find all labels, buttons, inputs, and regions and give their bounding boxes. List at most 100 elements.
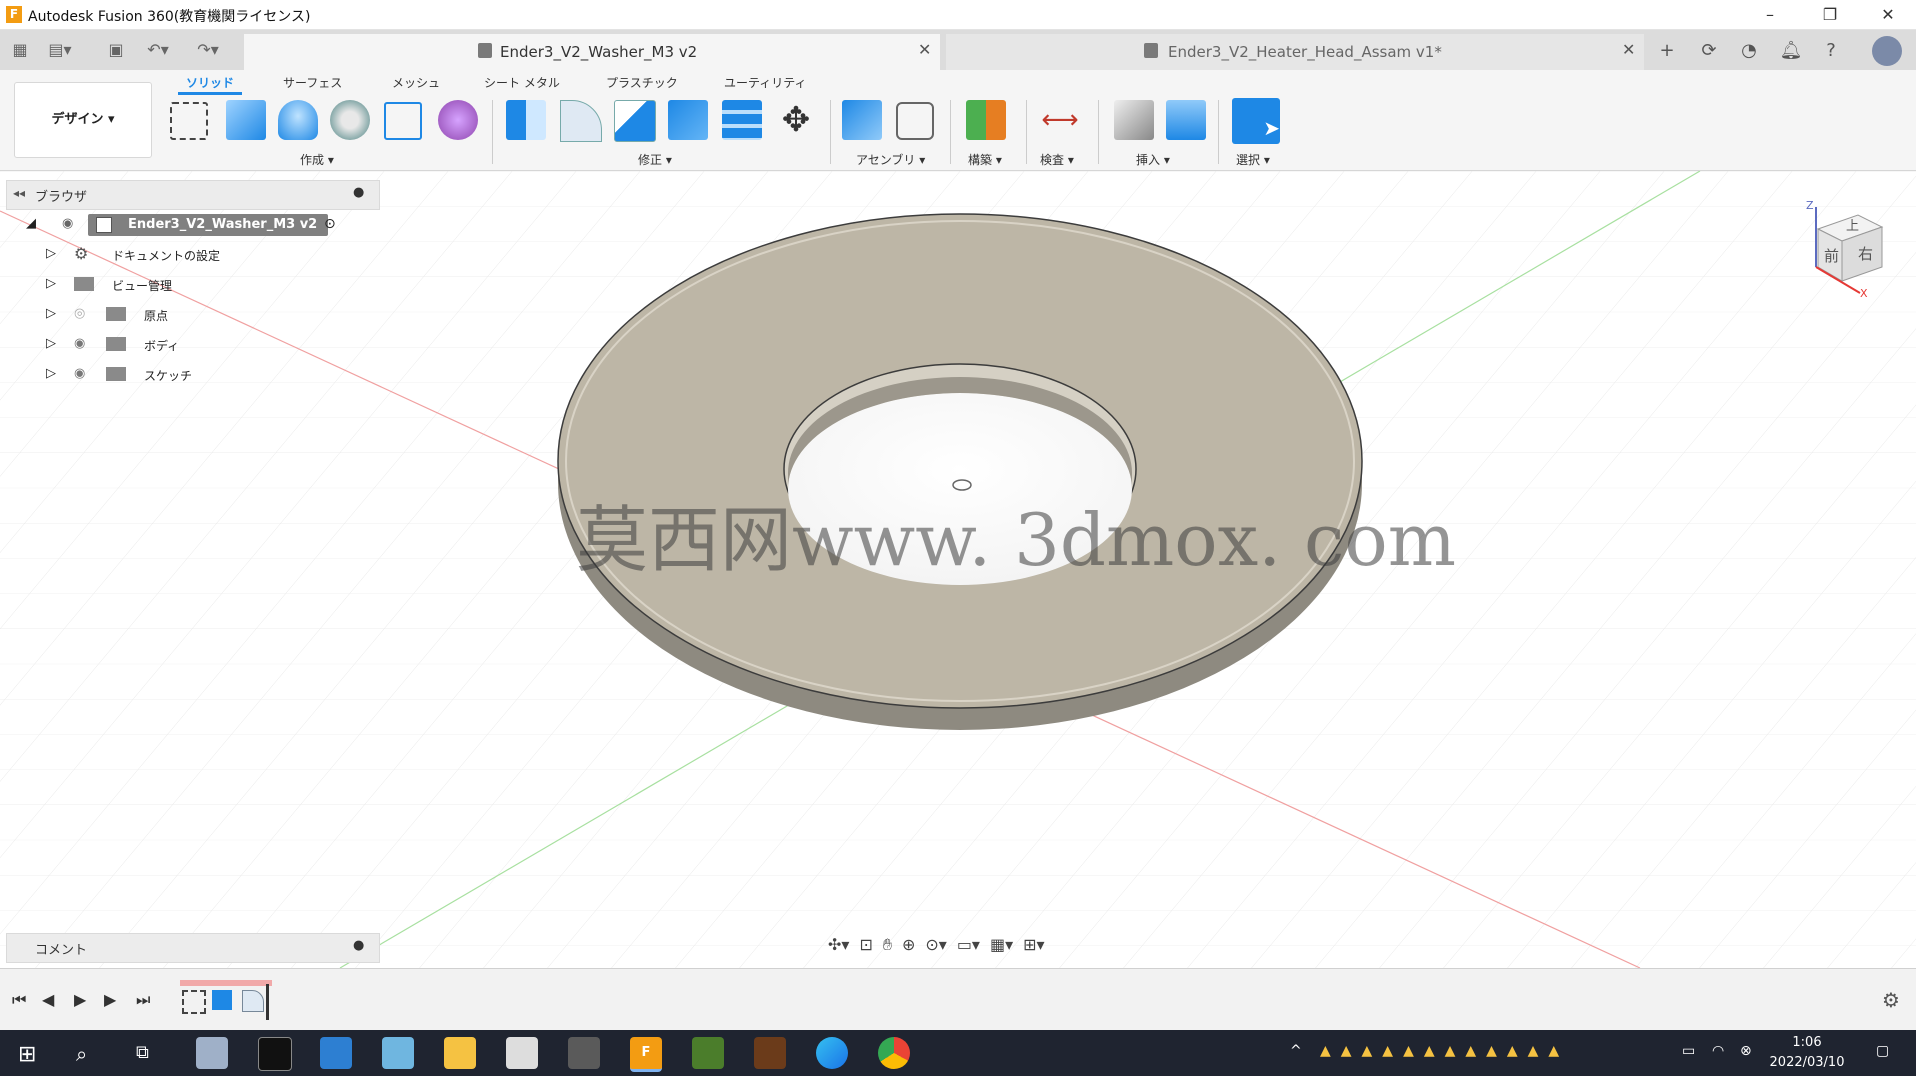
zoom-icon[interactable]: ⊕ bbox=[902, 935, 915, 959]
view-cube-top-face[interactable]: 上 bbox=[1846, 215, 1859, 234]
add-comment-icon[interactable]: ● bbox=[353, 938, 364, 953]
grid-settings-icon[interactable]: ▦▾ bbox=[990, 935, 1013, 959]
restore-button[interactable]: ❐ bbox=[1806, 0, 1854, 29]
volume-muted-icon[interactable]: ⊗ bbox=[1740, 1043, 1752, 1059]
extrude-icon[interactable] bbox=[226, 100, 266, 140]
taskbar-app-icon[interactable] bbox=[568, 1037, 600, 1069]
hole-icon[interactable] bbox=[330, 100, 370, 140]
ribbon-tab-utility[interactable]: ユーティリティ bbox=[724, 74, 807, 91]
store-icon[interactable] bbox=[320, 1037, 352, 1069]
view-cube[interactable]: 上 前 右 Z X bbox=[1800, 199, 1896, 301]
close-tab-icon[interactable]: ✕ bbox=[918, 40, 931, 59]
tree-item-origin[interactable]: ▷ ◎ 原点 bbox=[46, 304, 346, 330]
select-tool-button[interactable]: ➤ bbox=[1232, 98, 1280, 144]
shell-icon[interactable] bbox=[668, 100, 708, 140]
clock-time[interactable]: 1:06 bbox=[1762, 1035, 1852, 1050]
split-body-icon[interactable] bbox=[722, 100, 762, 140]
redo-icon[interactable]: ↷▾ bbox=[196, 38, 220, 62]
revolve-icon[interactable] bbox=[278, 100, 318, 140]
collapse-arrow-icon[interactable]: ◢ bbox=[26, 216, 36, 231]
task-view-icon[interactable]: ⧉ bbox=[136, 1042, 149, 1063]
fit-icon[interactable]: ⊙▾ bbox=[925, 935, 946, 959]
hidden-eye-icon[interactable]: ◎ bbox=[74, 306, 85, 321]
group-insert[interactable]: 挿入 ▾ bbox=[1136, 151, 1170, 168]
step-back-icon[interactable]: ◀ bbox=[42, 990, 54, 1009]
new-tab-icon[interactable]: + bbox=[1654, 38, 1680, 64]
wifi-icon[interactable]: ◠ bbox=[1712, 1043, 1724, 1059]
look-at-icon[interactable]: ⊡ bbox=[859, 935, 872, 959]
tab-heater-head-document[interactable]: Ender3_V2_Heater_Head_Assam v1* ✕ bbox=[946, 34, 1644, 70]
group-construct[interactable]: 構築 ▾ bbox=[968, 151, 1002, 168]
sync-icon[interactable]: ⟳ bbox=[1696, 38, 1722, 64]
go-to-start-icon[interactable]: ⏮ bbox=[12, 990, 26, 1010]
ribbon-tab-plastic[interactable]: プラスチック bbox=[606, 74, 678, 91]
joint-icon[interactable] bbox=[896, 102, 934, 140]
tab-washer-document[interactable]: Ender3_V2_Washer_M3 v2 ✕ bbox=[244, 34, 940, 70]
taskbar-app-icon[interactable] bbox=[506, 1037, 538, 1069]
file-menu-icon[interactable]: ▤▾ bbox=[48, 38, 72, 62]
taskbar-app-icon[interactable] bbox=[754, 1037, 786, 1069]
close-window-button[interactable]: ✕ bbox=[1864, 0, 1912, 29]
timeline-playhead[interactable] bbox=[266, 984, 269, 1020]
tree-item-sketches[interactable]: ▷ ◉ スケッチ bbox=[46, 364, 346, 390]
notification-center-icon[interactable]: ▢ bbox=[1876, 1043, 1889, 1059]
notes-icon[interactable] bbox=[382, 1037, 414, 1069]
group-inspect[interactable]: 検査 ▾ bbox=[1040, 151, 1074, 168]
offset-plane-icon[interactable] bbox=[966, 100, 1006, 140]
pan-icon[interactable]: ✋︎ bbox=[883, 935, 892, 959]
edge-browser-icon[interactable] bbox=[816, 1037, 848, 1069]
expand-arrow-icon[interactable]: ▷ bbox=[46, 366, 56, 381]
notification-bell-icon[interactable]: 🔔︎ bbox=[1778, 38, 1804, 64]
browser-root-node[interactable]: ◢ ◉ Ender3_V2_Washer_M3 v2 ⊙ bbox=[20, 214, 350, 240]
terminal-icon[interactable] bbox=[258, 1037, 292, 1071]
form-icon[interactable] bbox=[438, 100, 478, 140]
move-copy-icon[interactable]: ✥ bbox=[776, 100, 816, 140]
ribbon-tab-solid[interactable]: ソリッド bbox=[186, 74, 234, 91]
chamfer-icon[interactable] bbox=[614, 100, 656, 142]
user-avatar-icon[interactable] bbox=[1872, 36, 1902, 66]
chrome-browser-icon[interactable] bbox=[878, 1037, 910, 1069]
measure-icon[interactable]: ⟷ bbox=[1040, 100, 1080, 140]
clock-date[interactable]: 2022/03/10 bbox=[1762, 1055, 1852, 1070]
visibility-eye-icon[interactable]: ◉ bbox=[74, 366, 85, 381]
tray-app-icons[interactable]: ▲▲▲▲▲▲▲▲▲▲▲▲ bbox=[1320, 1043, 1569, 1059]
browser-panel-header[interactable]: ◂◂ ブラウザ ● bbox=[6, 180, 380, 210]
viewports-icon[interactable]: ⊞▾ bbox=[1023, 935, 1044, 959]
job-status-icon[interactable]: ◔ bbox=[1736, 38, 1762, 64]
expand-arrow-icon[interactable]: ▷ bbox=[46, 336, 56, 351]
press-pull-icon[interactable] bbox=[506, 100, 546, 140]
visibility-eye-icon[interactable]: ◉ bbox=[74, 336, 85, 351]
ribbon-tab-surface[interactable]: サーフェス bbox=[283, 74, 342, 91]
timeline-extrude-feature-icon[interactable] bbox=[212, 990, 232, 1010]
ribbon-tab-sheet-metal[interactable]: シート メタル bbox=[484, 74, 560, 91]
group-modify[interactable]: 修正 ▾ bbox=[638, 151, 672, 168]
group-create[interactable]: 作成 ▾ bbox=[300, 151, 334, 168]
tree-item-bodies[interactable]: ▷ ◉ ボディ bbox=[46, 334, 346, 360]
fusion-360-taskbar-icon[interactable]: F bbox=[630, 1037, 662, 1072]
tree-item-document-settings[interactable]: ▷ ⚙ ドキュメントの設定 bbox=[46, 244, 346, 270]
help-icon[interactable]: ? bbox=[1818, 38, 1844, 64]
ribbon-tab-mesh[interactable]: メッシュ bbox=[392, 74, 440, 91]
timeline-sketch-feature-icon[interactable] bbox=[182, 990, 206, 1014]
undo-icon[interactable]: ↶▾ bbox=[146, 38, 170, 62]
activate-radio-icon[interactable]: ⊙ bbox=[324, 216, 336, 232]
expand-arrow-icon[interactable]: ▷ bbox=[46, 306, 56, 321]
new-component-icon[interactable] bbox=[842, 100, 882, 140]
view-cube-right-face[interactable]: 右 bbox=[1858, 243, 1873, 264]
orbit-icon[interactable]: ✣▾ bbox=[828, 935, 849, 959]
group-select[interactable]: 選択 ▾ bbox=[1236, 151, 1270, 168]
app-grid-icon[interactable]: ▦ bbox=[8, 38, 32, 62]
taskbar-app-icon[interactable] bbox=[196, 1037, 228, 1069]
save-icon[interactable]: ▣ bbox=[104, 38, 128, 62]
search-icon[interactable]: ⌕ bbox=[76, 1042, 87, 1066]
comments-panel-header[interactable]: コメント ● bbox=[6, 933, 380, 963]
display-settings-icon[interactable]: ▭▾ bbox=[957, 935, 980, 959]
close-tab-icon[interactable]: ✕ bbox=[1622, 40, 1635, 59]
minecraft-icon[interactable] bbox=[692, 1037, 724, 1069]
expand-arrow-icon[interactable]: ▷ bbox=[46, 246, 56, 261]
timeline-fillet-feature-icon[interactable] bbox=[242, 990, 264, 1012]
play-icon[interactable]: ▶ bbox=[74, 990, 86, 1009]
minimize-button[interactable]: – bbox=[1746, 0, 1794, 29]
panel-pin-icon[interactable]: ● bbox=[353, 185, 364, 200]
workspace-selector-button[interactable]: デザイン ▾ bbox=[14, 82, 152, 158]
